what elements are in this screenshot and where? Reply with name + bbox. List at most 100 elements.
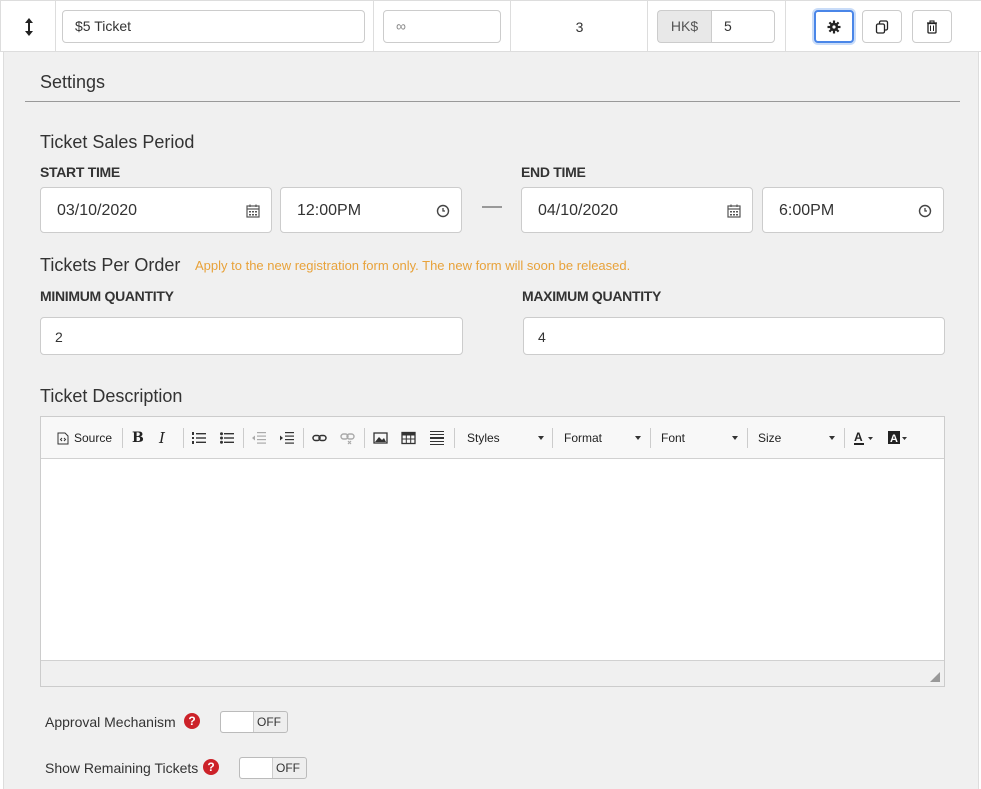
editor-toolbar: Source B I Styles Format Font Size A A <box>41 417 944 459</box>
chevron-down-icon <box>538 436 544 440</box>
toolbar-separator <box>122 428 123 448</box>
styles-label: Styles <box>467 431 500 445</box>
gear-icon <box>827 20 841 33</box>
maximum-quantity-value: 4 <box>538 329 546 345</box>
end-date-field[interactable]: 04/10/2020 <box>521 187 753 233</box>
settings-panel: Settings Ticket Sales Period START TIME … <box>3 52 979 789</box>
calendar-icon <box>246 204 260 218</box>
toolbar-separator <box>364 428 365 448</box>
minimum-quantity-label: MINIMUM QUANTITY <box>40 288 174 304</box>
ticket-row: $5 Ticket ∞ 3 HK$ 5 <box>0 0 981 52</box>
maximum-quantity-label: MAXIMUM QUANTITY <box>522 288 662 304</box>
source-label: Source <box>74 431 113 445</box>
help-icon[interactable]: ? <box>184 713 200 729</box>
chevron-down-icon <box>635 436 641 440</box>
drag-cell <box>0 1 56 52</box>
minimum-quantity-input[interactable]: 2 <box>40 317 463 355</box>
horizontal-rule-button[interactable] <box>430 429 444 447</box>
format-dropdown[interactable]: Format <box>564 427 641 449</box>
rich-text-editor: Source B I Styles Format Font Size A A <box>40 416 945 687</box>
toggle-state: OFF <box>257 715 281 729</box>
quantity-cell: ∞ <box>374 1 511 52</box>
chevron-down-icon <box>829 436 835 440</box>
size-label: Size <box>758 431 782 445</box>
toolbar-separator <box>303 428 304 448</box>
start-time-value: 12:00PM <box>297 202 362 219</box>
delete-button[interactable] <box>912 10 952 43</box>
settings-button[interactable] <box>814 10 854 43</box>
size-dropdown[interactable]: Size <box>758 427 835 449</box>
trash-icon <box>927 19 937 34</box>
ticket-quantity-input[interactable]: ∞ <box>383 10 501 43</box>
decrease-indent-button[interactable] <box>252 429 266 447</box>
clock-icon <box>918 204 932 218</box>
currency-addon: HK$ <box>657 10 711 43</box>
background-color-icon: A <box>888 431 907 445</box>
source-button[interactable]: Source <box>57 429 112 447</box>
unlink-button[interactable] <box>340 429 355 447</box>
range-separator <box>482 206 502 208</box>
approval-mechanism-toggle[interactable]: OFF <box>220 711 288 733</box>
toolbar-separator <box>552 428 553 448</box>
text-color-button[interactable]: A <box>853 429 875 447</box>
minimum-quantity-value: 2 <box>55 329 63 345</box>
format-label: Format <box>564 431 603 445</box>
maximum-quantity-input[interactable]: 4 <box>523 317 945 355</box>
settings-title: Settings <box>40 72 106 92</box>
toolbar-separator <box>650 428 651 448</box>
numbered-list-icon <box>192 432 206 444</box>
start-date-field[interactable]: 03/10/2020 <box>40 187 272 233</box>
styles-dropdown[interactable]: Styles <box>467 427 544 449</box>
per-order-heading: Tickets Per Order <box>40 255 181 275</box>
end-time-value: 6:00PM <box>779 202 835 219</box>
per-order-note: Apply to the new registration form only.… <box>195 258 631 273</box>
bullet-list-button[interactable] <box>220 429 234 447</box>
price-cell: HK$ 5 <box>648 1 786 52</box>
toggle-state: OFF <box>276 761 300 775</box>
italic-button[interactable]: I <box>159 429 165 447</box>
svg-text:A: A <box>890 433 898 445</box>
toggle-knob <box>240 758 273 778</box>
show-remaining-tickets-label: Show Remaining Tickets <box>45 760 199 776</box>
outdent-icon <box>252 432 266 444</box>
table-button[interactable] <box>401 429 416 447</box>
description-heading: Ticket Description <box>40 386 183 406</box>
start-time-label: START TIME <box>40 164 120 180</box>
numbered-list-button[interactable] <box>192 429 206 447</box>
resize-handle-icon[interactable] <box>930 672 940 682</box>
approval-mechanism-label: Approval Mechanism <box>45 714 176 730</box>
image-icon <box>373 432 388 444</box>
drag-handle-icon[interactable] <box>21 16 37 38</box>
start-time-field[interactable]: 12:00PM <box>280 187 462 233</box>
bold-button[interactable]: B <box>132 429 144 447</box>
source-icon <box>57 432 69 444</box>
sold-count: 3 <box>575 19 584 35</box>
background-color-button[interactable]: A <box>887 429 909 447</box>
duplicate-button[interactable] <box>862 10 902 43</box>
ticket-name-input[interactable]: $5 Ticket <box>62 10 365 43</box>
indent-icon <box>280 432 294 444</box>
copy-icon <box>875 19 889 34</box>
font-dropdown[interactable]: Font <box>661 427 738 449</box>
toolbar-separator <box>747 428 748 448</box>
price-input[interactable]: 5 <box>711 10 775 43</box>
unlink-icon <box>340 433 355 445</box>
image-button[interactable] <box>373 429 388 447</box>
help-icon[interactable]: ? <box>203 759 219 775</box>
link-icon <box>312 434 327 442</box>
editor-footer <box>41 660 944 686</box>
link-button[interactable] <box>312 429 327 447</box>
toolbar-separator <box>454 428 455 448</box>
svg-text:A: A <box>854 430 863 444</box>
toolbar-separator <box>844 428 845 448</box>
increase-indent-button[interactable] <box>280 429 294 447</box>
end-time-field[interactable]: 6:00PM <box>762 187 944 233</box>
settings-divider <box>25 101 960 102</box>
name-cell: $5 Ticket <box>56 1 374 52</box>
font-label: Font <box>661 431 686 445</box>
toolbar-separator <box>243 428 244 448</box>
calendar-icon <box>727 204 741 218</box>
chevron-down-icon <box>732 436 738 440</box>
editor-content-area[interactable] <box>41 459 944 660</box>
show-remaining-tickets-toggle[interactable]: OFF <box>239 757 307 779</box>
